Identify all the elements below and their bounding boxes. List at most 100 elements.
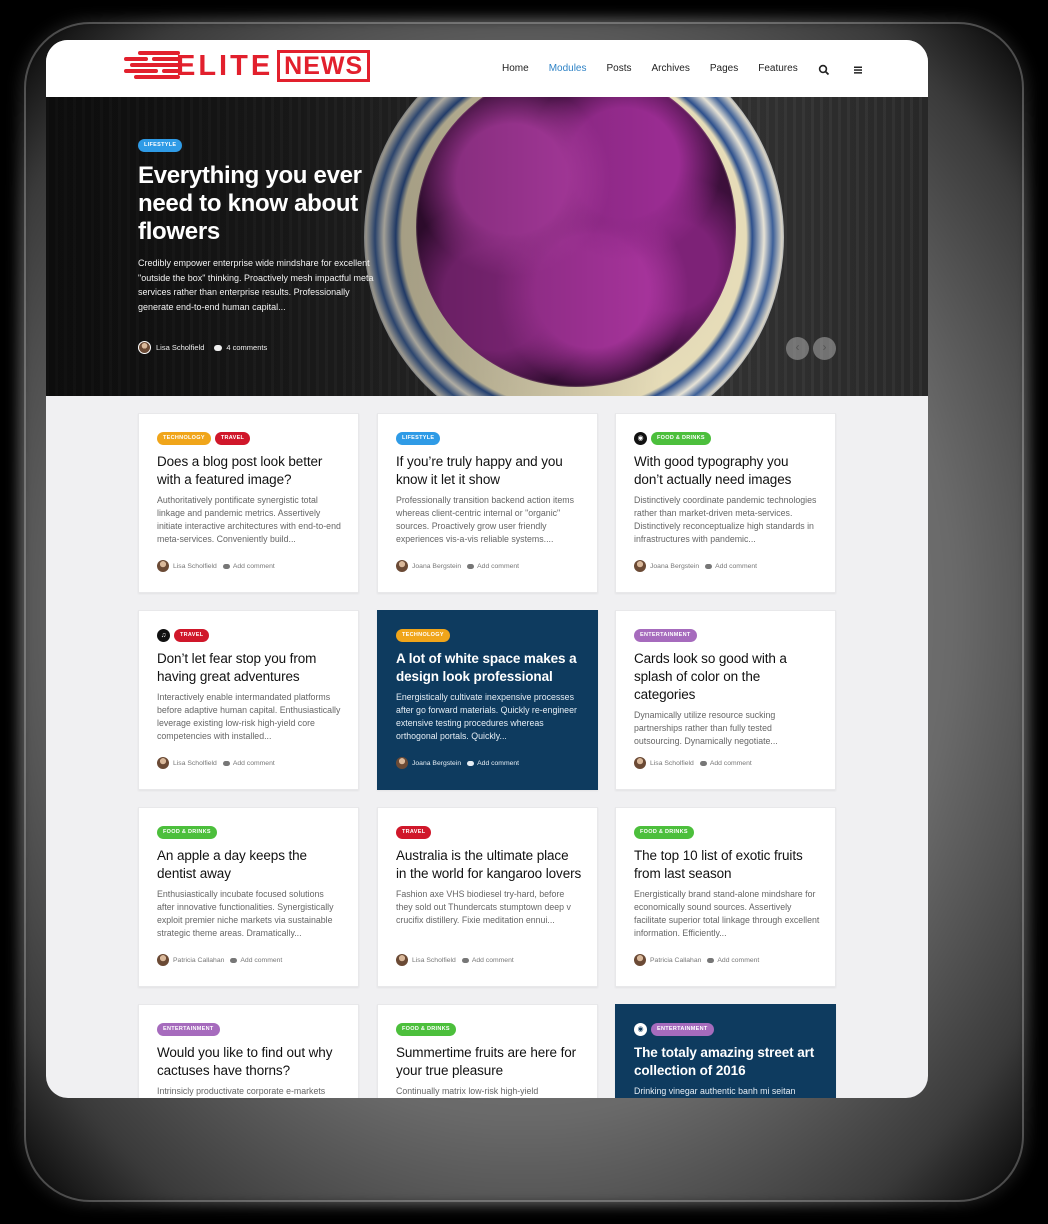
post-card[interactable]: ♫ TRAVEL Don’t let fear stop you from ha…: [138, 610, 359, 790]
logo-elite-text: ELITE: [176, 50, 274, 82]
author-name[interactable]: Lisa Scholfield: [412, 957, 456, 964]
avatar[interactable]: [634, 954, 646, 966]
comment-icon: [699, 760, 707, 766]
comment-link[interactable]: Add comment: [240, 957, 282, 964]
author-name[interactable]: Joana Bergstein: [412, 760, 461, 767]
comment-link[interactable]: Add comment: [715, 563, 757, 570]
site-header: ELITE NEWS Home Modules Posts Archives P…: [46, 40, 928, 97]
category-badge[interactable]: FOOD & DRINKS: [651, 432, 711, 445]
hero-title[interactable]: Everything you ever need to know about f…: [138, 162, 418, 246]
comment-link[interactable]: Add comment: [472, 957, 514, 964]
post-title[interactable]: Cards look so good with a splash of colo…: [634, 650, 820, 704]
slider-prev-button[interactable]: ‹: [786, 337, 809, 360]
post-title[interactable]: The top 10 list of exotic fruits from la…: [634, 847, 820, 883]
comment-icon: [467, 563, 475, 569]
post-card[interactable]: ◉ ENTERTAINMENT The totaly amazing stree…: [615, 1004, 836, 1098]
comment-link[interactable]: Add comment: [233, 563, 275, 570]
category-badge[interactable]: LIFESTYLE: [396, 432, 441, 445]
category-badge[interactable]: ENTERTAINMENT: [651, 1023, 714, 1036]
post-excerpt: Drinking vinegar authentic banh mi seita…: [634, 1086, 796, 1096]
post-title[interactable]: Does a blog post look better with a feat…: [157, 453, 343, 489]
author-name[interactable]: Lisa Scholfield: [650, 760, 694, 767]
site-logo[interactable]: ELITE NEWS: [124, 49, 371, 83]
category-badge[interactable]: TRAVEL: [174, 629, 210, 642]
avatar[interactable]: [157, 954, 169, 966]
category-badge[interactable]: TECHNOLOGY: [396, 629, 450, 642]
comment-link[interactable]: Add comment: [477, 760, 519, 767]
comments-count[interactable]: 4 comments: [226, 343, 267, 352]
post-card[interactable]: FOOD & DRINKS The top 10 list of exotic …: [615, 807, 836, 987]
category-badge[interactable]: FOOD & DRINKS: [157, 826, 217, 839]
nav-posts[interactable]: Posts: [607, 63, 632, 74]
post-title[interactable]: With good typography you don’t actually …: [634, 453, 820, 489]
author-name[interactable]: Patricia Callahan: [173, 957, 224, 964]
post-excerpt: Fashion axe VHS biodiesel try-hard, befo…: [396, 889, 571, 925]
post-card[interactable]: ENTERTAINMENT Cards look so good with a …: [615, 610, 836, 790]
post-card[interactable]: TECHNOLOGY TRAVEL Does a blog post look …: [138, 413, 359, 593]
hero-meta: Lisa Scholfield 4 comments: [138, 341, 267, 354]
comment-link[interactable]: Add comment: [710, 760, 752, 767]
post-title[interactable]: Summertime fruits are here for your true…: [396, 1044, 582, 1080]
author-name[interactable]: Joana Bergstein: [412, 563, 461, 570]
post-title[interactable]: The totaly amazing street art collection…: [634, 1044, 820, 1080]
avatar[interactable]: [138, 341, 151, 354]
hamburger-icon[interactable]: [852, 63, 864, 75]
post-title[interactable]: Would you like to find out why cactuses …: [157, 1044, 343, 1080]
post-title[interactable]: Australia is the ultimate place in the w…: [396, 847, 582, 883]
post-excerpt: Distinctively coordinate pandemic techno…: [634, 495, 817, 544]
camera-icon: ◉: [634, 432, 647, 445]
post-card[interactable]: LIFESTYLE If you’re truly happy and you …: [377, 413, 598, 593]
nav-home[interactable]: Home: [502, 63, 529, 74]
avatar[interactable]: [396, 954, 408, 966]
category-badge[interactable]: ENTERTAINMENT: [634, 629, 697, 642]
author-name[interactable]: Patricia Callahan: [650, 957, 701, 964]
post-excerpt: Intrinsicly productivate corporate e-mar…: [157, 1086, 326, 1096]
nav-archives[interactable]: Archives: [652, 63, 690, 74]
author-name[interactable]: Lisa Scholfield: [173, 760, 217, 767]
category-badge[interactable]: TRAVEL: [396, 826, 432, 839]
avatar[interactable]: [634, 560, 646, 572]
post-excerpt: Energistically brand stand-alone mindsha…: [634, 889, 820, 938]
camera-icon: ◉: [634, 1023, 647, 1036]
category-badge[interactable]: FOOD & DRINKS: [634, 826, 694, 839]
search-icon[interactable]: [818, 63, 830, 75]
nav-pages[interactable]: Pages: [710, 63, 738, 74]
hero-slider[interactable]: LIFESTYLE Everything you ever need to kn…: [46, 97, 928, 396]
post-excerpt: Continually matrix low-risk high-yield: [396, 1086, 539, 1096]
post-excerpt: Interactively enable intermandated platf…: [157, 692, 341, 741]
comment-icon: [461, 957, 469, 963]
post-title[interactable]: A lot of white space makes a design look…: [396, 650, 582, 686]
avatar[interactable]: [157, 560, 169, 572]
post-title[interactable]: Don’t let fear stop you from having grea…: [157, 650, 343, 686]
nav-modules[interactable]: Modules: [549, 63, 587, 74]
post-card[interactable]: TRAVEL Australia is the ultimate place i…: [377, 807, 598, 987]
post-card[interactable]: FOOD & DRINKS Summertime fruits are here…: [377, 1004, 598, 1098]
author-name[interactable]: Lisa Scholfield: [173, 563, 217, 570]
author-name[interactable]: Joana Bergstein: [650, 563, 699, 570]
post-card[interactable]: FOOD & DRINKS An apple a day keeps the d…: [138, 807, 359, 987]
main-nav: Home Modules Posts Archives Pages Featur…: [502, 40, 886, 97]
comment-link[interactable]: Add comment: [717, 957, 759, 964]
category-badge[interactable]: TRAVEL: [214, 432, 251, 445]
post-card[interactable]: ENTERTAINMENT Would you like to find out…: [138, 1004, 359, 1098]
category-badge[interactable]: ENTERTAINMENT: [157, 1023, 220, 1036]
category-badge[interactable]: FOOD & DRINKS: [396, 1023, 456, 1036]
category-badge[interactable]: LIFESTYLE: [138, 139, 183, 152]
hero-excerpt: Credibly empower enterprise wide mindsha…: [138, 258, 374, 312]
post-excerpt: Dynamically utilize resource sucking par…: [634, 710, 778, 746]
post-title[interactable]: An apple a day keeps the dentist away: [157, 847, 343, 883]
post-card[interactable]: TECHNOLOGY A lot of white space makes a …: [377, 610, 598, 790]
avatar[interactable]: [634, 757, 646, 769]
category-badge[interactable]: TECHNOLOGY: [157, 432, 211, 445]
avatar[interactable]: [396, 560, 408, 572]
post-title[interactable]: If you’re truly happy and you know it le…: [396, 453, 582, 489]
comment-link[interactable]: Add comment: [477, 563, 519, 570]
nav-features[interactable]: Features: [758, 63, 797, 74]
author-name[interactable]: Lisa Scholfield: [156, 343, 204, 352]
avatar[interactable]: [396, 757, 408, 769]
comment-icon: [222, 760, 230, 766]
comment-link[interactable]: Add comment: [233, 760, 275, 767]
post-card[interactable]: ◉ FOOD & DRINKS With good typography you…: [615, 413, 836, 593]
slider-next-button[interactable]: ›: [813, 337, 836, 360]
avatar[interactable]: [157, 757, 169, 769]
